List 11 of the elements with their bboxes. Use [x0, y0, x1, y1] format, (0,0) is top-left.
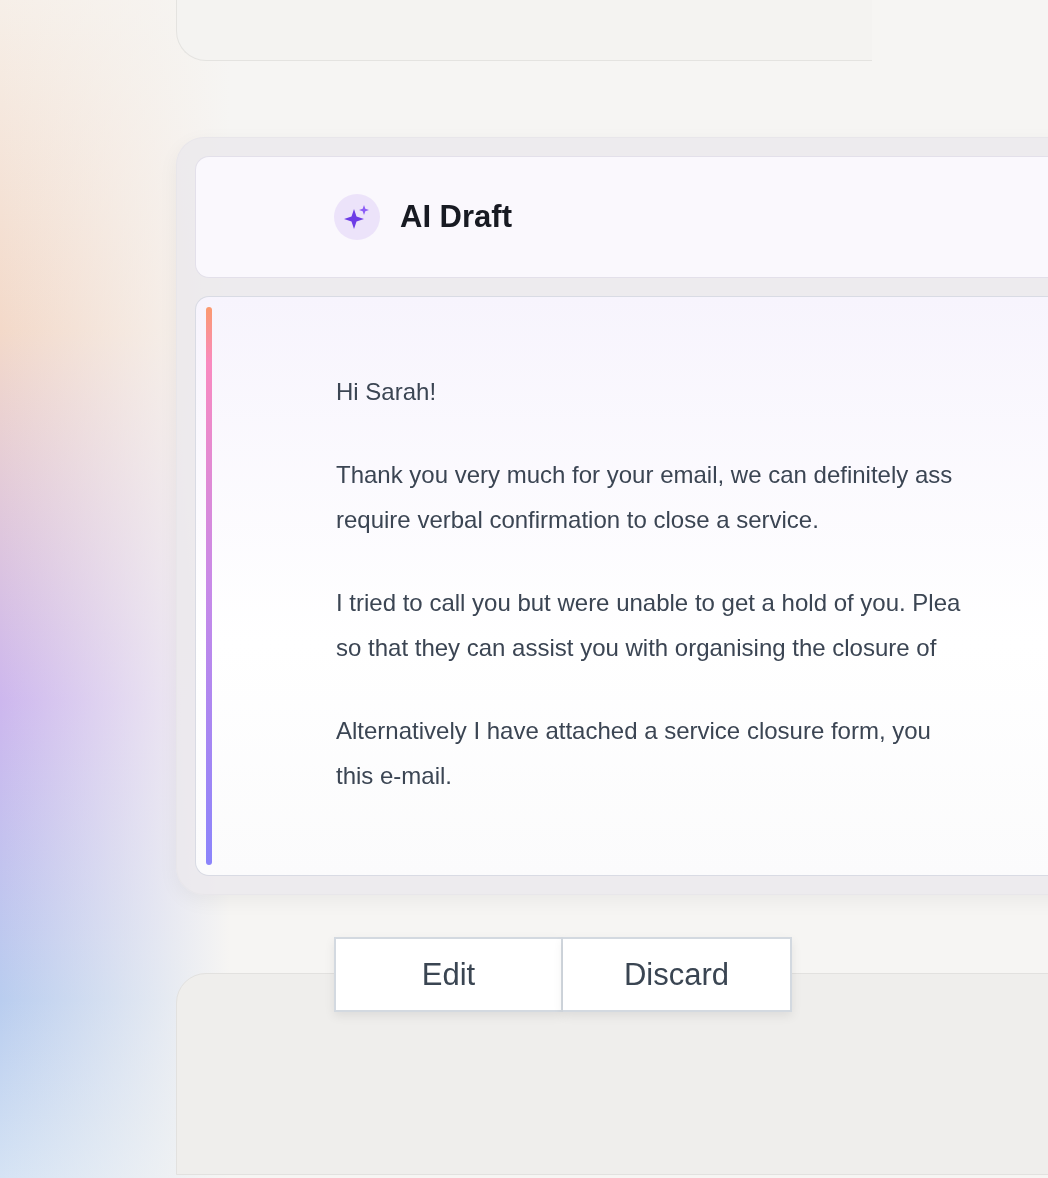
- action-button[interactable]: Discard: [563, 937, 792, 1012]
- message-line: Thank you very much for your email, we can definitely ass: [336, 460, 953, 490]
- message-line: so that they can assist you with organising the closure of: [336, 633, 937, 663]
- message-line: Hi Sarah!: [336, 377, 437, 407]
- draft-title: AI Draft: [400, 199, 512, 235]
- message-line: this e-mail.: [336, 761, 453, 791]
- action-button[interactable]: Edit: [334, 937, 563, 1012]
- message-line: I tried to call you but were unable to get a hold of you. Plea: [336, 588, 961, 618]
- message-line: require verbal confirmation to close a service.: [336, 505, 819, 535]
- sparkle-icon: [334, 194, 380, 240]
- message-line: Alternatively I have attached a service closure form, you: [336, 716, 931, 746]
